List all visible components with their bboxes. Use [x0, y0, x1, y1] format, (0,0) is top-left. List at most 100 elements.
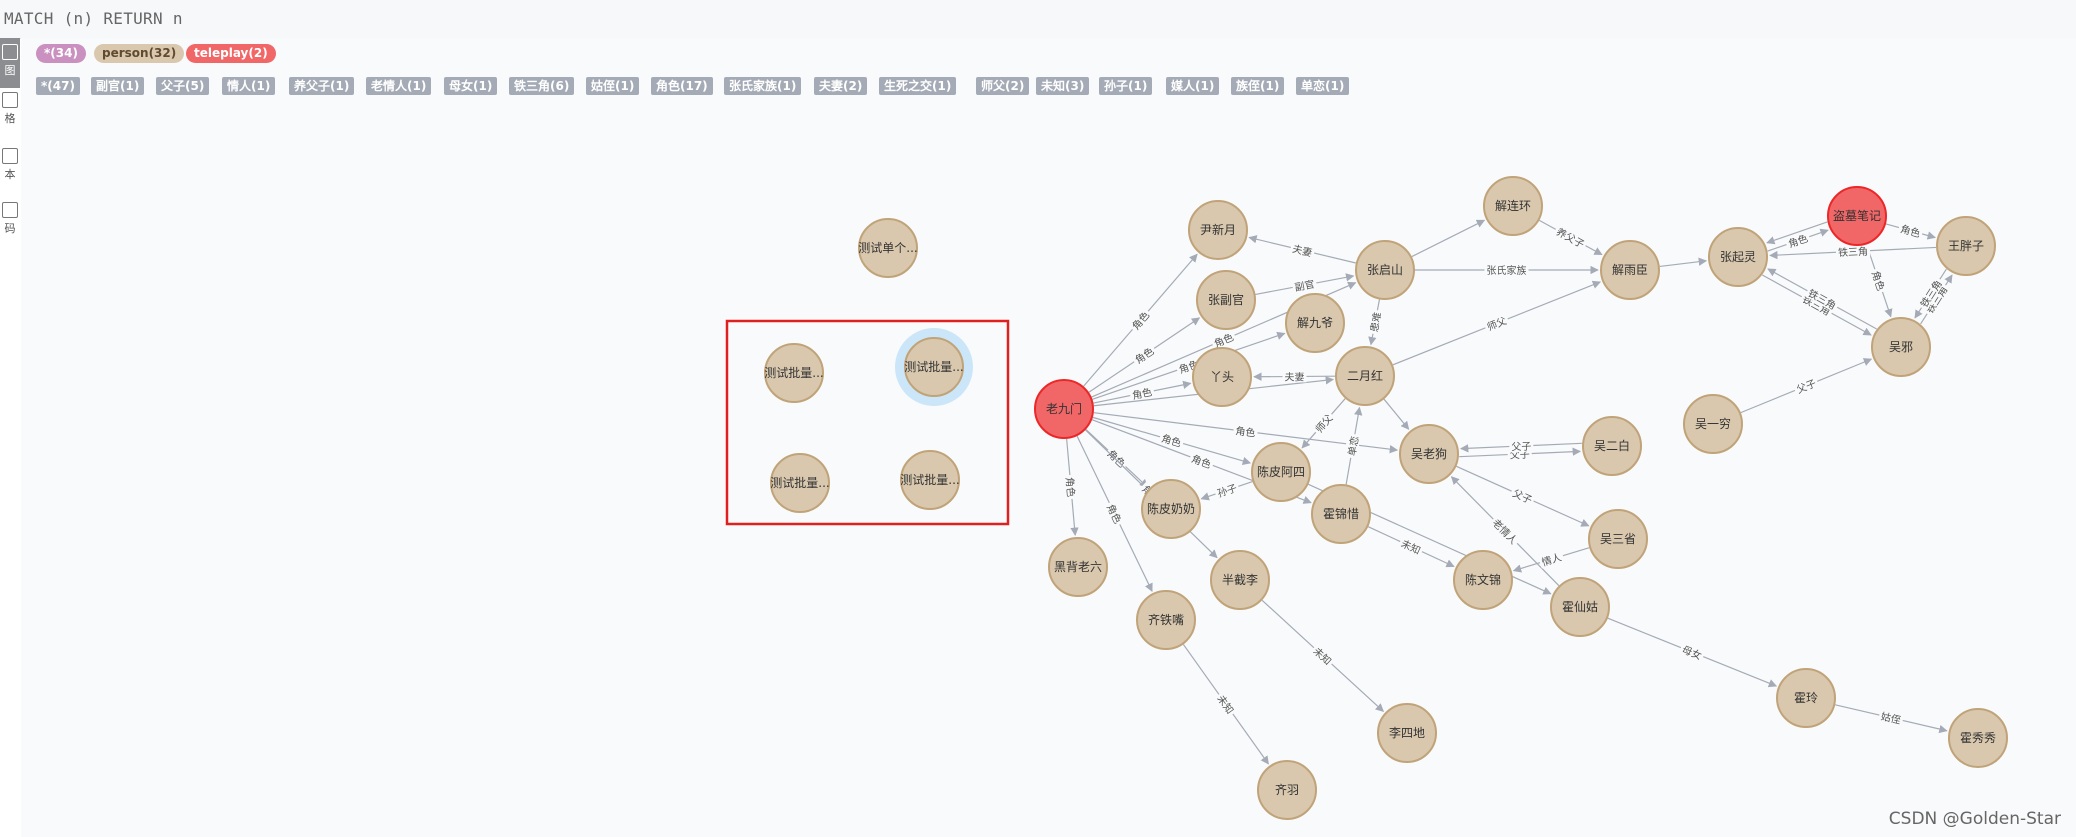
node-label: 吴一穷	[1695, 416, 1731, 431]
node-label: 黑背老六	[1054, 560, 1102, 574]
person-node[interactable]: 测试批量...	[895, 328, 973, 406]
relationship-type-tag[interactable]: *(47)	[36, 77, 80, 95]
relationship-edge[interactable]: 父子	[1740, 358, 1873, 414]
relationship-edge[interactable]: 角色	[1767, 228, 1829, 252]
relationship-type-tag[interactable]: 养父子(1)	[289, 77, 355, 95]
person-node[interactable]: 吴二白	[1582, 416, 1642, 476]
relationship-edge[interactable]	[1659, 257, 1708, 268]
node-label: 测试批量...	[770, 475, 829, 490]
person-node[interactable]: 王胖子	[1936, 216, 1996, 276]
person-node[interactable]: 霍仙姑	[1550, 577, 1610, 637]
relationship-edge[interactable]: 夫妻	[1253, 369, 1336, 384]
person-node[interactable]: 解雨臣	[1600, 240, 1660, 300]
teleplay-node[interactable]: 老九门	[1034, 379, 1094, 439]
person-node[interactable]: 齐羽	[1257, 760, 1317, 820]
node-label: 吴三省	[1600, 532, 1636, 546]
person-node[interactable]: 二月红	[1335, 346, 1395, 406]
person-node[interactable]: 张启山	[1355, 240, 1415, 300]
node-label: 吴邪	[1889, 340, 1913, 354]
relationship-type-tag[interactable]: 未知(3)	[1036, 77, 1090, 95]
relationship-edge[interactable]: 铁三角	[1762, 274, 1872, 336]
relationship-edge[interactable]: 未知	[1261, 599, 1385, 712]
person-node[interactable]: 解九爷	[1285, 293, 1345, 353]
relationship-edge[interactable]: 母女	[1607, 617, 1778, 688]
relationship-type-tag[interactable]: 夫妻(2)	[814, 77, 868, 95]
relationship-edge[interactable]	[1411, 219, 1486, 258]
relationship-type-tag[interactable]: 生死之交(1)	[879, 77, 957, 95]
person-node[interactable]: 测试单个...	[858, 218, 918, 278]
node-label: 齐铁嘴	[1148, 612, 1184, 627]
relationship-type-tag[interactable]: 父子(5)	[156, 77, 210, 95]
relationship-edge[interactable]: 姑侄	[1835, 704, 1948, 734]
node-label: 丫头	[1210, 370, 1234, 384]
person-node[interactable]: 半截李	[1210, 550, 1270, 610]
relationship-type-tag[interactable]: 角色(17)	[651, 77, 713, 95]
relationship-type-tag[interactable]: 师父(2)	[976, 77, 1030, 95]
node-label: 李四地	[1389, 725, 1425, 740]
person-node[interactable]: 霍秀秀	[1948, 708, 2008, 768]
node-label: 陈皮阿四	[1257, 464, 1305, 479]
relationship-edge[interactable]: 角色	[1885, 220, 1936, 240]
person-node[interactable]: 陈皮奶奶	[1141, 479, 1201, 539]
relationship-edge[interactable]	[1383, 398, 1410, 430]
edge-label: 养父子	[1554, 225, 1587, 251]
person-node[interactable]: 黑背老六	[1048, 537, 1108, 597]
relationship-edge[interactable]: 未知	[1367, 526, 1455, 568]
relationship-edge[interactable]: 养父子	[1539, 219, 1603, 256]
relationship-type-tag[interactable]: 张氏家族(1)	[724, 77, 802, 95]
person-node[interactable]: 测试批量...	[770, 453, 830, 513]
node-label-pill[interactable]: person(32)	[94, 44, 185, 63]
relationship-type-tag[interactable]: 铁三角(6)	[509, 77, 575, 95]
person-node[interactable]: 丫头	[1192, 347, 1252, 407]
relationship-type-tag[interactable]: 副官(1)	[91, 77, 145, 95]
relationship-edge[interactable]: 角色	[1085, 429, 1149, 488]
person-node[interactable]: 齐铁嘴	[1136, 590, 1196, 650]
person-node[interactable]: 李四地	[1377, 703, 1437, 763]
relationship-type-tag[interactable]: 单恋(1)	[1296, 77, 1350, 95]
relationship-type-tag[interactable]: 媒人(1)	[1166, 77, 1220, 95]
node-label: 霍锦惜	[1323, 507, 1359, 521]
relationship-edge[interactable]: 铁三角	[1767, 268, 1877, 330]
person-node[interactable]: 尹新月	[1188, 200, 1248, 260]
relationship-edge[interactable]: 张氏家族	[1415, 263, 1599, 277]
node-label: 王胖子	[1948, 239, 1984, 253]
person-node[interactable]: 陈皮阿四	[1251, 442, 1311, 502]
person-node[interactable]: 张起灵	[1708, 227, 1768, 287]
person-node[interactable]: 吴老狗	[1399, 424, 1459, 484]
person-node[interactable]: 张副官	[1196, 270, 1256, 330]
node-label: 测试批量...	[900, 472, 959, 487]
person-node[interactable]: 霍玲	[1776, 668, 1836, 728]
person-node[interactable]: 吴邪	[1871, 317, 1931, 377]
relationship-edge[interactable]: 夫妻	[1248, 235, 1356, 264]
relationship-edge[interactable]: 师父	[1392, 280, 1602, 366]
person-node[interactable]: 测试批量...	[900, 450, 960, 510]
node-label-pill[interactable]: teleplay(2)	[186, 44, 276, 63]
node-label: 解雨臣	[1612, 263, 1648, 277]
edge-label: 夫妻	[1284, 370, 1304, 383]
node-label: 尹新月	[1200, 222, 1236, 237]
person-node[interactable]: 测试批量...	[764, 343, 824, 403]
relationship-edge[interactable]: 未知	[1182, 644, 1269, 765]
person-node[interactable]: 霍锦惜	[1311, 484, 1371, 544]
relationship-type-tag[interactable]: 情人(1)	[222, 77, 276, 95]
person-node[interactable]: 吴三省	[1588, 509, 1648, 569]
graph-view[interactable]: 角色角色角色角色角色角色角色角色角色角色角色角色角色夫妻副官张氏家族患难养父子夫…	[0, 0, 2076, 837]
relationship-edge[interactable]: 父子	[1459, 438, 1582, 453]
relationship-edge[interactable]: 副官	[1255, 273, 1355, 296]
teleplay-node[interactable]: 盗墓笔记	[1827, 186, 1887, 246]
person-node[interactable]: 陈文锦	[1453, 550, 1513, 610]
relationship-edge[interactable]: 患难	[1366, 299, 1384, 346]
relationship-edge[interactable]: 孙子	[1200, 479, 1253, 501]
node-label-pill[interactable]: *(34)	[36, 44, 86, 63]
relationship-type-tag[interactable]: 老情人(1)	[366, 77, 432, 95]
relationship-edge[interactable]: 角色	[1063, 438, 1079, 536]
relationship-type-tag[interactable]: 孙子(1)	[1099, 77, 1153, 95]
relationship-type-tag[interactable]: 姑侄(1)	[586, 77, 640, 95]
relationship-type-tag[interactable]: 族侄(1)	[1231, 77, 1285, 95]
relationship-edge[interactable]: 父子	[1456, 465, 1590, 527]
relationship-type-tag[interactable]: 母女(1)	[444, 77, 498, 95]
person-node[interactable]: 吴一穷	[1683, 394, 1743, 454]
relationship-edge[interactable]: 单恋	[1343, 406, 1363, 485]
person-node[interactable]: 解连环	[1483, 176, 1543, 236]
node-label: 盗墓笔记	[1833, 208, 1881, 223]
